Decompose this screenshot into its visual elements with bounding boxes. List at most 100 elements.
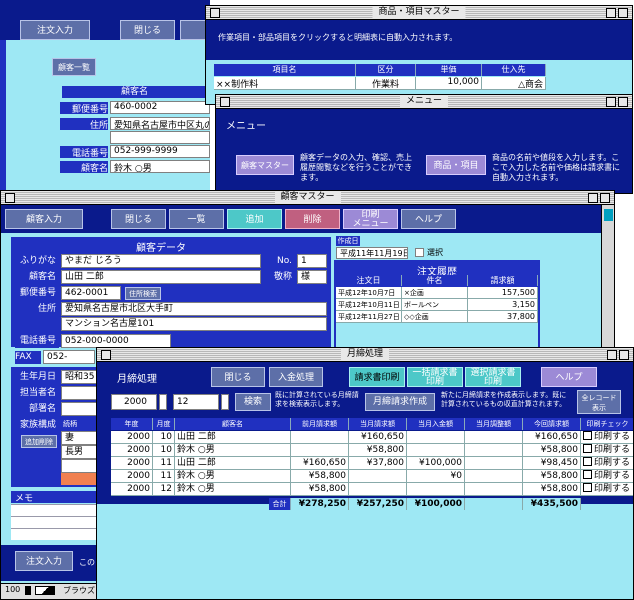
family-row[interactable] — [61, 459, 97, 473]
print-check[interactable]: 印刷する — [581, 470, 633, 483]
history-date[interactable]: 平成12年10月7日 — [336, 287, 402, 299]
print-bill-button[interactable]: 請求書印刷 — [349, 367, 405, 387]
customer-input-button[interactable]: 顧客入力 — [5, 209, 83, 229]
month-stepper-icon[interactable] — [221, 394, 229, 410]
table-cell[interactable]: ¥58,800 — [523, 483, 581, 496]
created-field[interactable]: 平成11年11月19日 — [336, 247, 408, 259]
collapse-box-icon[interactable] — [619, 350, 629, 360]
furigana-field[interactable]: やまだ じろう — [61, 254, 261, 268]
table-cell[interactable]: ¥100,000 — [407, 457, 465, 470]
close-button[interactable]: 閉じる — [211, 367, 265, 387]
table-cell[interactable]: ¥160,650 — [291, 457, 349, 470]
table-cell[interactable]: ¥58,800 — [523, 444, 581, 457]
close-button[interactable]: 閉じる — [120, 20, 175, 40]
tel-field[interactable]: 052-000-0000 — [61, 334, 171, 348]
memo-field[interactable] — [11, 504, 99, 540]
table-cell[interactable]: 2000 — [111, 483, 153, 496]
table-cell[interactable] — [407, 483, 465, 496]
batch-print-button[interactable]: 一括請求書 印刷 — [407, 367, 463, 387]
product-item-button[interactable]: 商品・項目 — [426, 155, 486, 175]
table-cell[interactable]: ¥0 — [407, 470, 465, 483]
table-cell[interactable]: ¥160,650 — [523, 431, 581, 444]
help-button[interactable]: ヘルプ — [401, 209, 456, 229]
history-subject[interactable]: ボールペン — [402, 299, 468, 311]
print-checkbox[interactable] — [583, 483, 592, 492]
table-cell[interactable]: ¥160,650 — [349, 431, 407, 444]
table-cell[interactable]: 10 — [153, 431, 175, 444]
close-box-icon[interactable] — [210, 8, 220, 18]
dept-field[interactable] — [61, 402, 97, 416]
collapse-box-icon[interactable] — [600, 193, 610, 203]
close-box-icon[interactable] — [220, 97, 230, 107]
table-cell[interactable]: ¥98,450 — [523, 457, 581, 470]
address2-field[interactable]: マンション名古屋101 — [61, 317, 327, 331]
row-item[interactable]: ××制作料 — [214, 77, 356, 90]
addr-field[interactable]: 愛知県名古屋市中区丸の内 — [110, 117, 210, 130]
table-cell[interactable]: 鈴木 ○男 — [175, 470, 291, 483]
print-menu-button[interactable]: 印刷 メニュー — [343, 209, 398, 229]
no-field[interactable]: 1 — [297, 254, 327, 268]
history-amount[interactable]: 37,800 — [468, 311, 538, 323]
table-cell[interactable]: 2000 — [111, 470, 153, 483]
mode-icon[interactable] — [35, 586, 55, 595]
year-stepper-icon[interactable] — [159, 394, 167, 410]
zoom-box-icon[interactable] — [606, 97, 616, 107]
order-input-button[interactable]: 注文入力 — [15, 551, 73, 571]
table-cell[interactable] — [291, 431, 349, 444]
table-cell[interactable]: 2000 — [111, 444, 153, 457]
print-checkbox[interactable] — [583, 431, 592, 440]
search-button[interactable]: 検索 — [235, 393, 271, 411]
table-cell[interactable] — [407, 431, 465, 444]
payment-button[interactable]: 入金処理 — [269, 367, 323, 387]
collapse-box-icon[interactable] — [618, 97, 628, 107]
table-cell[interactable]: ¥37,800 — [349, 457, 407, 470]
name-field[interactable]: 鈴木 ○男 — [110, 160, 210, 173]
zip-field[interactable]: 462-0001 — [61, 286, 121, 300]
staff-field[interactable] — [61, 386, 97, 400]
row-price[interactable]: 10,000 — [416, 77, 482, 90]
fax-field[interactable]: 052- — [43, 350, 95, 364]
print-checkbox[interactable] — [583, 457, 592, 466]
customer-list-button[interactable]: 顧客一覧 — [52, 58, 96, 76]
table-cell[interactable]: ¥58,800 — [523, 470, 581, 483]
name-field[interactable]: 山田 二郎 — [61, 270, 261, 284]
birth-field[interactable]: 昭和35 — [61, 370, 97, 384]
print-check[interactable]: 印刷する — [581, 483, 633, 496]
row-vendor[interactable]: △商会 — [482, 77, 546, 90]
month-field[interactable]: 12 — [173, 394, 219, 410]
history-date[interactable]: 平成12年11月27日 — [336, 311, 402, 323]
zoom-level[interactable]: 100 — [5, 585, 20, 594]
print-checkbox[interactable] — [583, 444, 592, 453]
table-cell[interactable] — [465, 444, 523, 457]
order-input-button[interactable]: 注文入力 — [20, 20, 90, 40]
zoom-box-icon[interactable] — [607, 350, 617, 360]
zoom-box-icon[interactable] — [588, 193, 598, 203]
table-cell[interactable] — [465, 483, 523, 496]
addr2-field[interactable] — [110, 131, 210, 144]
table-cell[interactable] — [349, 483, 407, 496]
table-cell[interactable]: 11 — [153, 470, 175, 483]
table-cell[interactable] — [349, 470, 407, 483]
print-check[interactable]: 印刷する — [581, 444, 633, 457]
list-button[interactable]: 一覧 — [169, 209, 224, 229]
close-button[interactable]: 閉じる — [111, 209, 166, 229]
history-subject[interactable]: ◇◇企画 — [402, 311, 468, 323]
history-amount[interactable]: 3,150 — [468, 299, 538, 311]
history-amount[interactable]: 157,500 — [468, 287, 538, 299]
zip-field[interactable]: 460-0002 — [110, 101, 210, 114]
add-button[interactable]: 追加 — [227, 209, 282, 229]
close-box-icon[interactable] — [5, 193, 15, 203]
table-cell[interactable]: 山田 二郎 — [175, 457, 291, 470]
table-cell[interactable]: 10 — [153, 444, 175, 457]
table-cell[interactable]: 11 — [153, 457, 175, 470]
address-field[interactable]: 愛知県名古屋市北区大手町 — [61, 302, 327, 316]
zip-search-button[interactable]: 住所検索 — [125, 287, 161, 300]
table-cell[interactable]: 鈴木 ○男 — [175, 444, 291, 457]
print-check[interactable]: 印刷する — [581, 431, 633, 444]
show-all-button[interactable]: 全レコード 表示 — [577, 390, 621, 414]
table-cell[interactable] — [291, 444, 349, 457]
family-edit-button[interactable]: 追加削除 — [21, 435, 57, 448]
family-row[interactable]: 妻 — [61, 431, 97, 445]
customer-master-button[interactable]: 顧客マスター — [236, 155, 294, 175]
history-subject[interactable]: ×企画 — [402, 287, 468, 299]
